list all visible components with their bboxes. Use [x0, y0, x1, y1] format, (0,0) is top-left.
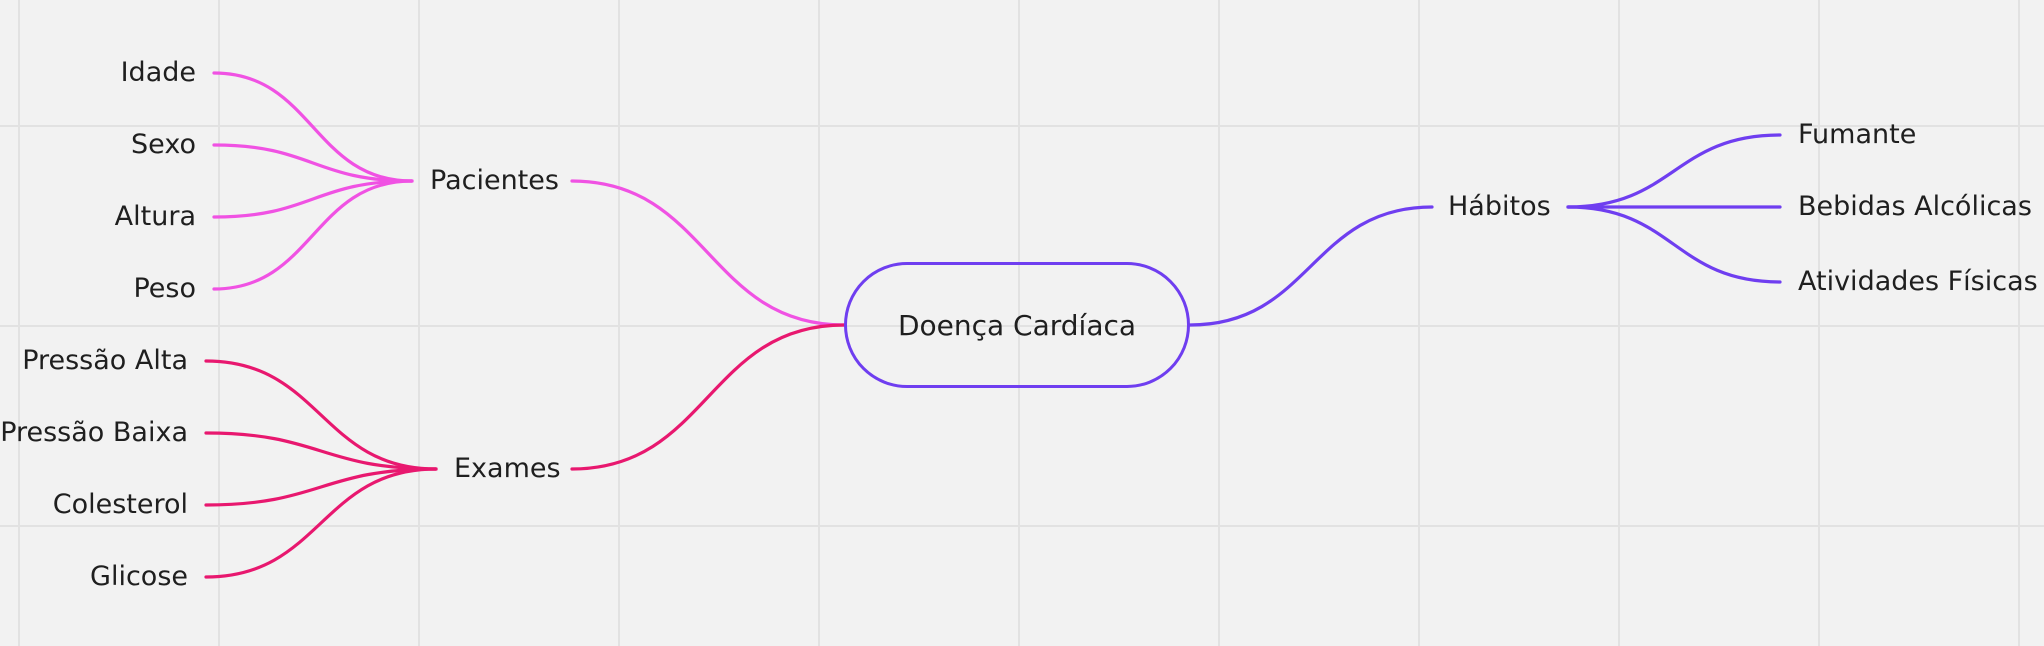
leaf-peso[interactable]: Peso	[133, 272, 196, 306]
branch-pacientes[interactable]: Pacientes	[430, 164, 559, 198]
leaf-altura[interactable]: Altura	[115, 200, 196, 234]
edge-exames-leaf-3	[204, 467, 438, 579]
leaf-colesterol[interactable]: Colesterol	[53, 488, 188, 522]
edge-pacientes-leaf-3	[212, 179, 414, 291]
edge-exames-root	[570, 323, 846, 471]
central-topic-node[interactable]: Doença Cardíaca	[844, 262, 1190, 388]
central-topic-label: Doença Cardíaca	[897, 308, 1137, 342]
edge-pacientes-leaf-0	[212, 71, 414, 183]
leaf-glicose[interactable]: Glicose	[90, 560, 188, 594]
leaf-bebidas-alcolicas[interactable]: Bebidas Alcólicas	[1798, 190, 2032, 224]
edge-pacientes-root	[570, 179, 846, 327]
leaf-pressao-baixa[interactable]: Pressão Baixa	[0, 416, 188, 450]
edge-habitos-leaf-0	[1566, 133, 1782, 209]
edge-exames-leaf-0	[204, 359, 438, 471]
branch-habitos[interactable]: Hábitos	[1448, 190, 1551, 224]
leaf-pressao-alta[interactable]: Pressão Alta	[22, 344, 188, 378]
leaf-fumante[interactable]: Fumante	[1798, 118, 1916, 152]
edge-habitos-root	[1188, 205, 1434, 327]
branch-exames[interactable]: Exames	[454, 452, 561, 486]
leaf-idade[interactable]: Idade	[121, 56, 196, 90]
edge-habitos-leaf-2	[1566, 205, 1782, 284]
leaf-sexo[interactable]: Sexo	[131, 128, 196, 162]
leaf-atividades-fisicas[interactable]: Atividades Físicas	[1798, 265, 2038, 299]
